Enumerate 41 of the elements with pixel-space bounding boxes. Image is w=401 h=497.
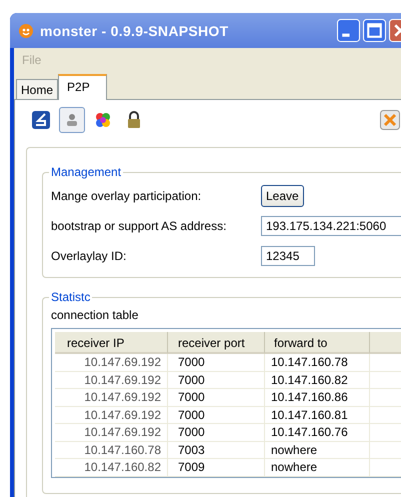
table-cell: 10.147.160.81 — [265, 406, 370, 424]
minimize-button[interactable] — [337, 19, 360, 42]
table-cell: 7003 — [168, 442, 265, 459]
table-cell: 10.147.69.192 — [55, 372, 168, 389]
table-cell: 10.147.160.76 — [265, 424, 370, 442]
table-cell: 7000 — [168, 424, 265, 442]
table-cell: 10.147.69.192 — [55, 389, 168, 406]
column-header[interactable]: receiver IP — [55, 332, 168, 354]
table-cell: 10.147.69.192 — [55, 406, 168, 424]
table-cell: 7009 — [168, 459, 265, 476]
maximize-button[interactable] — [363, 19, 386, 42]
group-title: Statistc — [50, 290, 92, 304]
column-header[interactable]: receiver port — [168, 332, 265, 354]
table-cell: 7000 — [168, 389, 265, 406]
table-caption: connection table — [51, 308, 140, 322]
tab[interactable]: Home — [16, 79, 58, 99]
group-title: Management — [50, 165, 122, 179]
field-label: Overlaylay ID: — [51, 249, 128, 263]
close-icon[interactable] — [380, 110, 400, 130]
tab[interactable]: P2P — [58, 74, 107, 100]
table-cell: 10.147.160.78 — [265, 354, 370, 372]
table-cell: 10.147.160.78 — [55, 442, 168, 459]
table-cell: 10.147.160.82 — [55, 459, 168, 476]
column-header[interactable]: forward to — [265, 332, 370, 354]
window-title: monster - 0.9.9-SNAPSHOT — [40, 22, 230, 38]
table-cell: 10.147.69.192 — [55, 354, 168, 372]
monster-icon — [18, 22, 34, 38]
input-field[interactable]: 193.175.134.221:5060 — [261, 216, 401, 236]
table-cell: nowhere — [265, 459, 370, 476]
table-cell: 7000 — [168, 372, 265, 389]
field-label: bootstrap or support AS address: — [51, 219, 228, 233]
table-cell: 10.147.160.86 — [265, 389, 370, 406]
table-cell: 7000 — [168, 406, 265, 424]
user-icon[interactable] — [59, 107, 85, 133]
table-cell: 10.147.69.192 — [55, 424, 168, 442]
input-field[interactable]: 12345 — [261, 246, 315, 266]
table-cell: 7000 — [168, 354, 265, 372]
table-cell: nowhere — [265, 442, 370, 459]
field-label: Mange overlay participation: — [51, 189, 202, 203]
table-cell: 10.147.160.82 — [265, 372, 370, 389]
leave-button[interactable]: Leave — [261, 185, 304, 207]
